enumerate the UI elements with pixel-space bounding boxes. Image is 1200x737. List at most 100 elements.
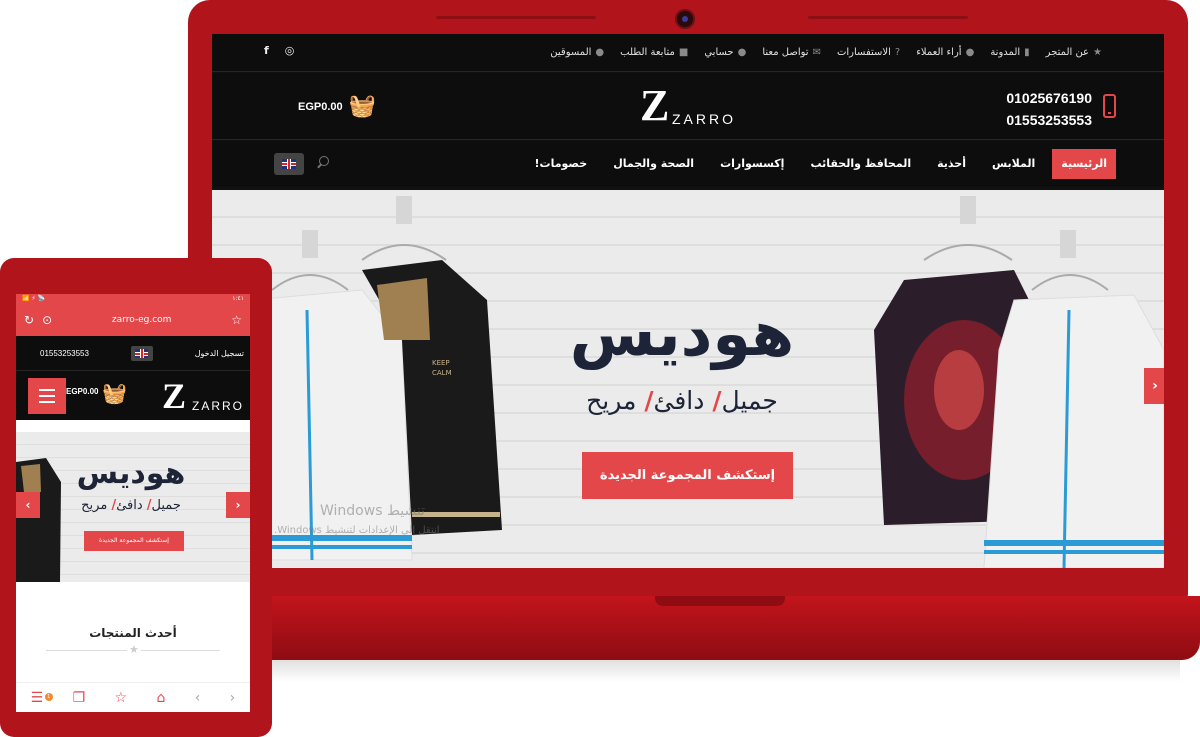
user-icon: ● — [595, 47, 605, 58]
nav-item-discounts[interactable]: خصومات! — [526, 149, 597, 179]
user-icon: ● — [737, 47, 747, 58]
hanger-shape — [361, 244, 447, 261]
cart-button[interactable]: EGP0.00 🧺 — [298, 95, 376, 119]
windows-watermark-sub: انتقل إلى الإعدادات لتنشيط Windows. — [274, 525, 440, 536]
nav-item-health-beauty[interactable]: الصحة والجمال — [604, 149, 703, 179]
mobile-cart-total[interactable]: EGP0.00 — [66, 387, 98, 396]
topbar-link-blog[interactable]: ▮ المدونة — [990, 47, 1029, 58]
menu-line — [39, 389, 55, 391]
clip-shape — [1060, 230, 1076, 258]
mobile-explore-collection-button[interactable]: إستكشف المجموعة الجديدة — [84, 531, 184, 551]
laptop-highlight — [436, 16, 596, 19]
notification-badge: 1 — [44, 692, 53, 701]
phone-number-2[interactable]: 01553253553 — [1006, 109, 1092, 131]
windows-watermark: Windows تنشيط — [320, 503, 426, 519]
plaid-lining-shape — [377, 278, 430, 340]
slider-next-button[interactable]: › — [226, 492, 250, 518]
cart-total: EGP0.00 — [298, 101, 343, 113]
browser-url-bar: ↻ ⊙ zarro-eg.com ☆ — [16, 304, 250, 336]
forward-icon[interactable]: › — [230, 690, 236, 706]
social-links: ◎ f — [264, 44, 294, 57]
stripe-shape — [984, 550, 1164, 554]
section-title: أحدث المنتجات — [89, 626, 177, 640]
bookmark-star-icon[interactable]: ☆ — [231, 313, 242, 327]
star-icon: ★ — [127, 643, 141, 656]
logo-mark: Z — [640, 81, 670, 130]
topbar-link-track-order[interactable]: ■ متابعة الطلب — [620, 47, 688, 58]
mobile-phone-number[interactable]: 01553253553 — [40, 349, 89, 358]
logo-text: ZARRO — [192, 399, 244, 413]
download-icon[interactable]: ⊙ — [42, 313, 52, 327]
phone-status-bar: 📶 ⚡ 📡 ١:٤١ — [16, 294, 250, 304]
menu-icon[interactable]: ☰ 1 — [31, 690, 53, 706]
stripe-shape — [984, 540, 1164, 546]
home-icon[interactable]: ⌂ — [156, 690, 165, 706]
truck-icon: ■ — [678, 47, 689, 58]
browser-bottom-bar: ☰ 1 ❐ ☆ ⌂ ‹ › — [16, 682, 250, 712]
mobile-hero-slider: هوديس جميل/ دافئ/ مريح إستكشف المجموعة ا… — [16, 432, 250, 582]
topbar-link-about[interactable]: ★ عن المتجر — [1046, 47, 1102, 58]
clip-shape — [396, 196, 412, 224]
hamburger-menu-button[interactable] — [28, 378, 66, 414]
login-link[interactable]: تسجيل الدخول — [195, 349, 244, 358]
topbar-link-reviews[interactable]: ● أراء العملاء — [916, 47, 974, 58]
laptop-highlight — [808, 16, 968, 19]
top-links-bar: ★ عن المتجر ▮ المدونة ● أراء العملاء ? الاست… — [212, 34, 1164, 72]
white-hoodie-shape — [983, 294, 1164, 568]
nav-item-wallets-bags[interactable]: المحافظ والحقائب — [801, 149, 920, 179]
tabs-icon[interactable]: ❐ — [73, 690, 86, 706]
basket-icon: 🧺 — [348, 94, 377, 119]
basket-icon[interactable]: 🧺 — [102, 381, 127, 405]
browser-actions: ↻ ⊙ — [24, 313, 52, 327]
language-switch-button[interactable] — [274, 153, 304, 175]
explore-collection-button[interactable]: إستكشف المجموعة الجديدة — [582, 452, 793, 499]
nav-item-shoes[interactable]: أحذية — [928, 149, 975, 179]
clip-shape — [302, 230, 318, 258]
keep-calm-print: CALM — [432, 369, 452, 377]
topbar-link-affiliates[interactable]: ● المسوقين — [550, 47, 604, 58]
instagram-icon[interactable]: ◎ — [285, 44, 295, 57]
latest-products-section: أحدث المنتجات ★ — [16, 586, 250, 682]
document-icon: ▮ — [1024, 47, 1030, 58]
mail-icon: ✉ — [812, 47, 821, 58]
hanger-shape — [1031, 274, 1109, 291]
clip-shape — [960, 196, 976, 224]
nav-item-clothes[interactable]: الملابس — [983, 149, 1044, 179]
logo-mark: Z — [162, 376, 187, 416]
laptop-screen: ★ عن المتجر ▮ المدونة ● أراء العملاء ? الاست… — [212, 34, 1164, 568]
site-logo[interactable]: Z ZARRO — [640, 81, 750, 133]
phone-number-1[interactable]: 01025676190 — [1006, 87, 1092, 109]
keep-calm-print: KEEP — [432, 359, 450, 367]
galaxy-print — [934, 350, 984, 430]
hoodies-right-image — [874, 196, 1164, 568]
topbar-link-account[interactable]: ● حسابي — [704, 47, 746, 58]
menu-line — [39, 401, 55, 403]
language-switch-button[interactable] — [130, 345, 153, 361]
laptop-notch — [655, 596, 785, 606]
reload-icon[interactable]: ↻ — [24, 313, 34, 327]
logo-text: ZARRO — [672, 111, 736, 127]
hero-subtitle: جميل/ دافئ/ مريح — [586, 386, 778, 415]
hanger-shape — [271, 274, 349, 291]
question-icon: ? — [894, 47, 901, 58]
topbar-link-faq[interactable]: ? الاستفسارات — [837, 47, 900, 58]
nav-item-accessories[interactable]: إكسسوارات — [711, 149, 793, 179]
facebook-icon[interactable]: f — [264, 44, 269, 57]
phone-frame: 📶 ⚡ 📡 ١:٤١ ↻ ⊙ zarro-eg.com ☆ 0155325355… — [0, 258, 272, 737]
back-icon[interactable]: ‹ — [195, 690, 201, 706]
nav-item-home[interactable]: الرئيسية — [1052, 149, 1116, 179]
mobile-top-bar: 01553253553 تسجيل الدخول — [16, 336, 250, 370]
topbar-link-contact[interactable]: ✉ تواصل معنا — [762, 47, 821, 58]
url-text[interactable]: zarro-eg.com — [112, 315, 172, 325]
slider-next-button[interactable]: › — [1144, 368, 1164, 404]
slider-prev-button[interactable]: ‹ — [16, 492, 40, 518]
hero-title: هوديس — [569, 297, 795, 370]
search-icon[interactable] — [316, 156, 330, 170]
mobile-phone-icon — [1103, 94, 1116, 118]
main-nav: الرئيسية الملابس أحذية المحافظ والحقائب … — [212, 141, 1164, 187]
stripe-shape — [412, 512, 500, 517]
mobile-header: EGP0.00 🧺 Z ZARRO — [16, 370, 250, 420]
bookmarks-star-icon[interactable]: ☆ — [115, 690, 128, 706]
plaid-lining-shape — [21, 464, 41, 492]
site-header: 01025676190 01553253553 Z ZARRO EGP0.00 … — [212, 73, 1164, 140]
